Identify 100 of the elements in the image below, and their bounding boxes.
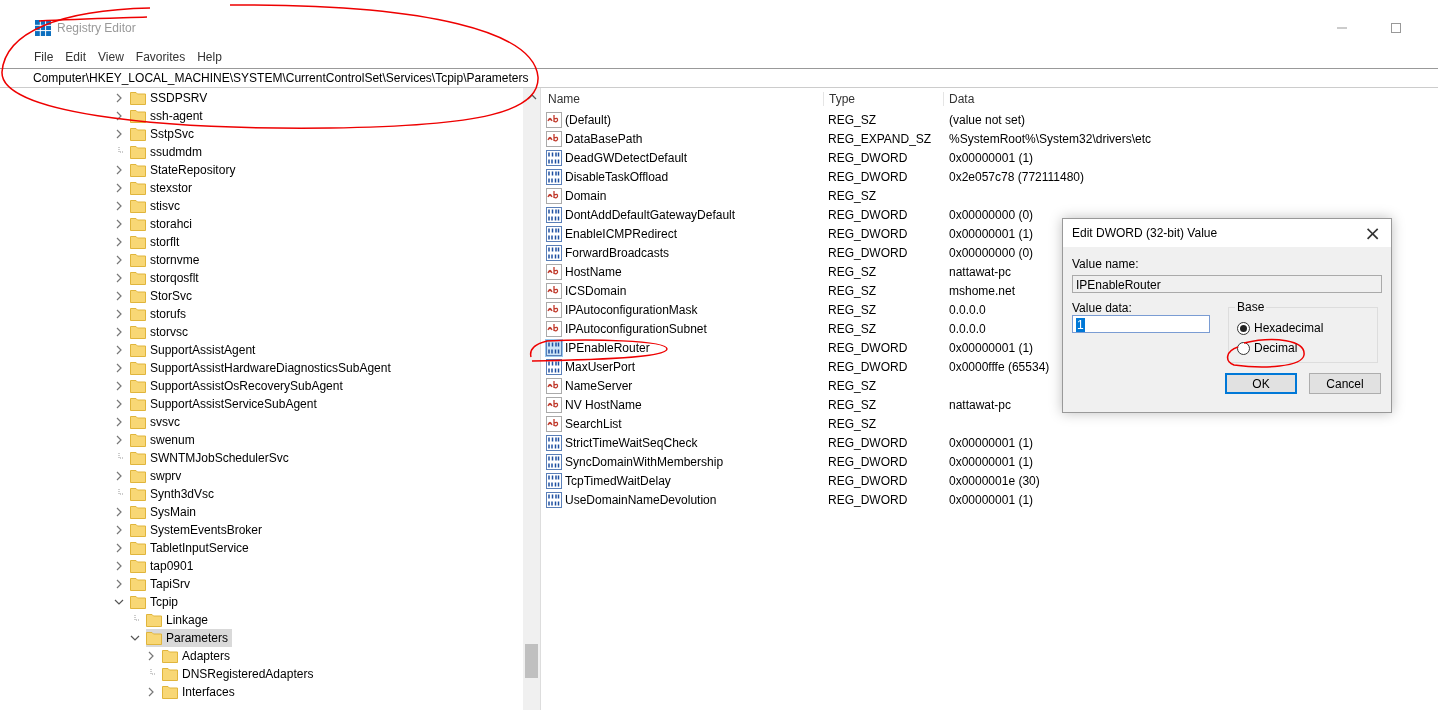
chevron-right-icon[interactable] [114, 471, 124, 481]
value-name[interactable]: SearchList [565, 416, 622, 431]
tree-item[interactable]: Adapters [162, 647, 235, 665]
value-name[interactable]: NameServer [565, 378, 633, 393]
radio-label[interactable]: Decimal [1254, 341, 1298, 355]
tree-item[interactable]: stexstor [130, 179, 196, 197]
tree-item[interactable]: StateRepository [130, 161, 240, 179]
chevron-right-icon[interactable] [114, 309, 124, 319]
chevron-right-icon[interactable] [114, 219, 124, 229]
chevron-right-icon[interactable] [114, 363, 124, 373]
chevron-right-icon[interactable] [114, 165, 124, 175]
value-name[interactable]: DeadGWDetectDefault [565, 150, 688, 165]
chevron-right-icon[interactable] [114, 579, 124, 589]
value-name[interactable]: MaxUserPort [565, 359, 635, 374]
chevron-right-icon[interactable] [114, 111, 124, 121]
value-name[interactable]: DontAddDefaultGatewayDefault [565, 207, 736, 222]
menu-item[interactable]: Help [197, 50, 222, 68]
tree-item[interactable]: svsvc [130, 413, 184, 431]
value-name[interactable]: IPAutoconfigurationSubnet [565, 321, 707, 336]
radio-button[interactable] [1237, 341, 1250, 355]
chevron-right-icon[interactable] [146, 651, 156, 661]
radio-button[interactable] [1237, 321, 1250, 335]
tree-item[interactable]: SysMain [130, 503, 200, 521]
tree-item[interactable]: SupportAssistOsRecoverySubAgent [130, 377, 347, 395]
value-name[interactable]: HostName [565, 264, 622, 279]
scrollbar-thumb[interactable] [525, 644, 538, 678]
maximize-icon[interactable] [1390, 22, 1402, 34]
value-data-field[interactable]: 1 [1072, 315, 1210, 333]
tree-item[interactable]: SystemEventsBroker [130, 521, 267, 539]
chevron-right-icon[interactable] [114, 399, 124, 409]
tree-item[interactable]: SSDPSRV [130, 89, 212, 107]
column-header[interactable]: Name [546, 92, 824, 106]
value-name[interactable]: NV HostName [565, 397, 642, 412]
value-name[interactable]: DataBasePath [565, 131, 643, 146]
chevron-right-icon[interactable] [114, 201, 124, 211]
value-name[interactable]: SyncDomainWithMembership [565, 454, 724, 469]
chevron-right-icon[interactable] [114, 381, 124, 391]
tree-item[interactable]: tap0901 [130, 557, 198, 575]
tree-item[interactable]: swenum [130, 431, 199, 449]
cancel-button[interactable]: Cancel [1309, 373, 1381, 394]
tree-item[interactable]: Parameters [146, 629, 233, 647]
tree-item[interactable]: DNSRegisteredAdapters [162, 665, 318, 683]
value-name[interactable]: Domain [565, 188, 607, 203]
chevron-right-icon[interactable] [114, 327, 124, 337]
tree-item[interactable]: Interfaces [162, 683, 239, 701]
chevron-right-icon[interactable] [146, 687, 156, 697]
tree-item[interactable]: TabletInputService [130, 539, 253, 557]
chevron-right-icon[interactable] [114, 183, 124, 193]
address-bar[interactable]: Computer\HKEY_LOCAL_MACHINE\SYSTEM\CurrentControlSet\Services\Tcpip\Parameters [0, 68, 1438, 88]
chevron-right-icon[interactable] [114, 129, 124, 139]
value-name[interactable]: IPAutoconfigurationMask [565, 302, 698, 317]
tree-item[interactable]: SupportAssistServiceSubAgent [130, 395, 321, 413]
column-header[interactable]: Type [824, 92, 944, 106]
tree-item[interactable]: Tcpip [130, 593, 182, 611]
ok-button[interactable]: OK [1225, 373, 1297, 394]
menu-item[interactable]: Edit [65, 50, 87, 68]
radio-label[interactable]: Hexadecimal [1254, 321, 1324, 335]
tree-item[interactable]: stisvc [130, 197, 184, 215]
tree-item[interactable]: TapiSrv [130, 575, 194, 593]
menu-item[interactable]: Favorites [135, 50, 186, 68]
tree-item[interactable]: swprv [130, 467, 186, 485]
tree-item[interactable]: ssh-agent [130, 107, 207, 125]
tree-item[interactable]: Synth3dVsc [130, 485, 219, 503]
tree-item[interactable]: StorSvc [130, 287, 196, 305]
chevron-right-icon[interactable] [114, 255, 124, 265]
value-name[interactable]: UseDomainNameDevolution [565, 492, 717, 507]
value-name[interactable]: IPEnableRouter [565, 340, 650, 355]
chevron-right-icon[interactable] [114, 237, 124, 247]
chevron-down-icon[interactable] [130, 633, 140, 643]
tree-item[interactable]: stornvme [130, 251, 204, 269]
value-name[interactable]: StrictTimeWaitSeqCheck [565, 435, 698, 450]
chevron-right-icon[interactable] [114, 291, 124, 301]
tree-item[interactable]: storahci [130, 215, 197, 233]
value-name[interactable]: TcpTimedWaitDelay [565, 473, 671, 488]
chevron-right-icon[interactable] [114, 507, 124, 517]
chevron-right-icon[interactable] [114, 273, 124, 283]
value-name[interactable]: (Default) [565, 112, 611, 127]
chevron-right-icon[interactable] [114, 93, 124, 103]
tree-item[interactable]: Linkage [146, 611, 213, 629]
menu-item[interactable]: View [98, 50, 124, 68]
chevron-right-icon[interactable] [114, 561, 124, 571]
chevron-right-icon[interactable] [114, 345, 124, 355]
chevron-down-icon[interactable] [114, 597, 124, 607]
close-button[interactable]: × [1354, 221, 1391, 245]
chevron-right-icon[interactable] [114, 525, 124, 535]
tree-item[interactable]: storqosflt [130, 269, 203, 287]
value-name[interactable]: ForwardBroadcasts [565, 245, 670, 260]
chevron-right-icon[interactable] [114, 417, 124, 427]
scrollbar[interactable] [523, 88, 540, 710]
tree-item[interactable]: storflt [130, 233, 184, 251]
chevron-right-icon[interactable] [114, 543, 124, 553]
tree-item[interactable]: SupportAssistHardwareDiagnosticsSubAgent [130, 359, 395, 377]
column-header[interactable]: Data [944, 92, 1224, 106]
tree-item[interactable]: SWNTMJobSchedulerSvc [130, 449, 293, 467]
tree-item[interactable]: storufs [130, 305, 190, 323]
value-name-field[interactable]: IPEnableRouter [1072, 275, 1382, 293]
menu-item[interactable]: File [34, 50, 54, 68]
value-name[interactable]: DisableTaskOffload [565, 169, 669, 184]
tree-item[interactable]: ssudmdm [130, 143, 206, 161]
chevron-right-icon[interactable] [114, 435, 124, 445]
